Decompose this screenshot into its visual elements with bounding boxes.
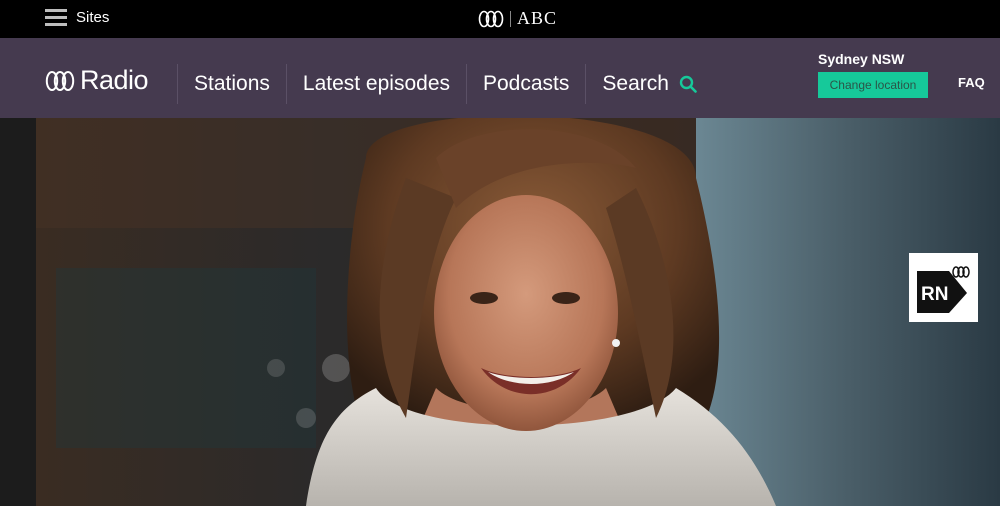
radio-nav: Radio Stations Latest episodes Podcasts … bbox=[0, 38, 1000, 118]
sites-menu-button[interactable]: Sites bbox=[45, 9, 109, 26]
rn-station-badge[interactable]: RN bbox=[909, 253, 978, 322]
hamburger-icon bbox=[45, 9, 67, 26]
nav-link-latest-episodes[interactable]: Latest episodes bbox=[285, 64, 466, 104]
nav-link-podcasts[interactable]: Podcasts bbox=[466, 64, 585, 104]
abc-lissajous-icon bbox=[478, 10, 504, 27]
abc-global-bar: Sites ABC bbox=[0, 0, 1000, 38]
nav-link-label: Podcasts bbox=[483, 72, 570, 95]
hero-portrait-image bbox=[36, 118, 1000, 506]
main-nav-links: Stations Latest episodes Podcasts Search bbox=[177, 64, 713, 104]
abc-lissajous-icon bbox=[45, 70, 75, 91]
hero-banner: RN bbox=[0, 118, 1000, 506]
search-icon bbox=[679, 75, 697, 93]
nav-link-stations[interactable]: Stations bbox=[177, 64, 286, 104]
nav-link-label: Stations bbox=[194, 72, 270, 95]
location-selector: Sydney NSW Change location bbox=[818, 51, 928, 98]
rn-logo-icon: RN bbox=[917, 266, 970, 313]
abc-radio-logo[interactable]: Radio bbox=[45, 65, 149, 96]
sites-label: Sites bbox=[76, 9, 110, 26]
change-location-button[interactable]: Change location bbox=[818, 72, 928, 98]
nav-link-label: Latest episodes bbox=[302, 72, 450, 95]
nav-link-search[interactable]: Search bbox=[585, 64, 713, 104]
nav-link-label: Search bbox=[602, 72, 669, 95]
logo-divider bbox=[510, 10, 511, 27]
abc-home-logo[interactable]: ABC bbox=[478, 8, 557, 29]
rn-badge-text: RN bbox=[921, 284, 948, 305]
faq-link[interactable]: FAQ bbox=[958, 75, 985, 90]
current-location: Sydney NSW bbox=[818, 51, 905, 67]
radio-wordmark: Radio bbox=[80, 65, 149, 95]
abc-wordmark: ABC bbox=[517, 8, 558, 28]
